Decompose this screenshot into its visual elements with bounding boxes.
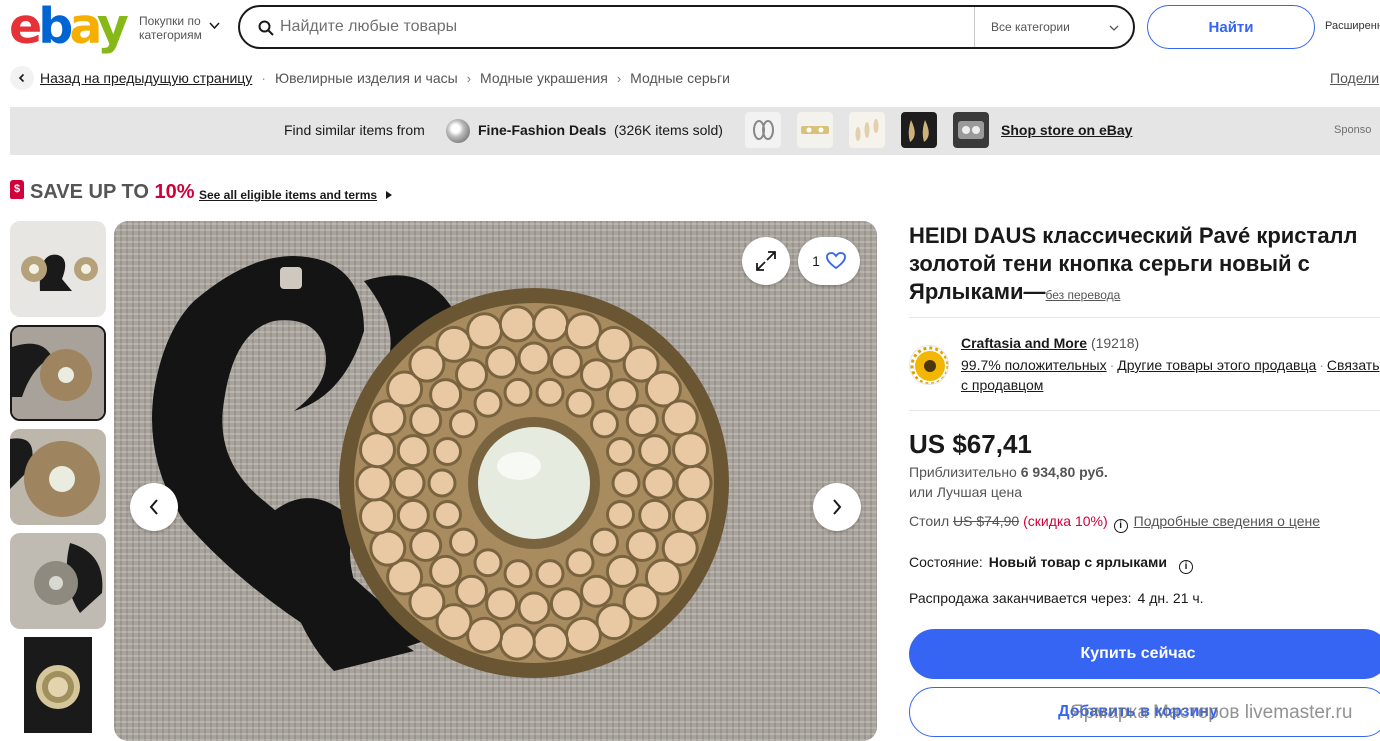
expand-icon xyxy=(756,251,776,271)
main-product-image[interactable]: 1 xyxy=(114,221,877,741)
chevron-right-icon: › xyxy=(616,70,622,86)
breadcrumb-item[interactable]: Ювелирные изделия и часы xyxy=(275,70,458,86)
heart-icon xyxy=(825,252,846,270)
buy-now-button[interactable]: Купить сейчас xyxy=(909,629,1380,679)
price-details-link[interactable]: Подробные сведения о цене xyxy=(1134,513,1320,529)
seller-links: 99.7% положительных · Другие товары этого … xyxy=(961,357,1380,393)
seller-name-link[interactable]: Craftasia and More xyxy=(961,335,1087,351)
seller-feedback-count: (19218) xyxy=(1090,335,1140,351)
sponsored-label: Sponso xyxy=(1334,124,1372,136)
chevron-down-icon[interactable] xyxy=(209,20,220,31)
separator: · xyxy=(261,70,266,86)
gallery-thumbnail[interactable] xyxy=(10,221,106,317)
chevron-left-icon xyxy=(149,499,158,515)
best-offer-text: или Лучшая цена xyxy=(909,484,1022,500)
chevron-right-icon xyxy=(833,499,842,515)
next-image-button[interactable] xyxy=(813,483,861,531)
info-icon[interactable]: i xyxy=(1113,519,1128,533)
seller-other-items-link[interactable]: Другие товары этого продавца xyxy=(1117,357,1316,373)
watermark: Ярмарка Мастеров livemaster.ru xyxy=(1070,702,1353,723)
gallery-thumbnail-active[interactable] xyxy=(10,325,106,421)
seller-avatar[interactable] xyxy=(909,345,949,385)
discount-label: (скидка 10%) xyxy=(1023,513,1108,529)
search-button[interactable]: Найти xyxy=(1147,5,1315,49)
original-price: Стоил US $74,90 (скидка 10%) i Подробные с… xyxy=(909,513,1321,533)
ebay-logo[interactable]: ebay xyxy=(9,2,129,52)
approx-price: Приблизительно 6 934,80 руб. xyxy=(909,464,1108,480)
gallery-thumbnail[interactable] xyxy=(10,637,106,733)
similar-item-thumbnail[interactable] xyxy=(745,112,781,148)
triangle-right-icon xyxy=(386,191,392,199)
similar-items-lead: Find similar items from xyxy=(284,122,425,138)
search-icon xyxy=(258,20,274,36)
seller-info: Craftasia and More (19218) xyxy=(961,335,1139,351)
chevron-down-icon xyxy=(1109,25,1119,31)
expand-button[interactable] xyxy=(742,237,790,285)
gallery-thumbnail[interactable] xyxy=(10,533,106,629)
chevron-right-icon: › xyxy=(466,70,472,86)
store-name[interactable]: Fine-Fashion Deals xyxy=(478,122,606,138)
store-avatar[interactable] xyxy=(446,119,470,143)
search-input[interactable] xyxy=(280,7,970,47)
shop-by-category[interactable]: Покупки по категориям xyxy=(139,14,205,42)
save-banner: SAVE UP TO 10% xyxy=(30,181,195,203)
listing-title: HEIDI DAUS классический Pavé кристалл зо… xyxy=(909,223,1358,304)
share-link[interactable]: Подели xyxy=(1330,70,1379,86)
back-arrow-icon[interactable] xyxy=(10,66,34,90)
category-select[interactable]: Все категории xyxy=(974,7,1135,47)
seller-positive-link[interactable]: 99.7% положительных xyxy=(961,357,1107,373)
breadcrumb-item[interactable]: Модные серьги xyxy=(630,70,730,86)
item-price: US $67,41 xyxy=(909,429,1032,459)
shop-store-link[interactable]: Shop store on eBay xyxy=(1001,122,1132,138)
watch-button[interactable]: 1 xyxy=(798,237,860,285)
condition: Состояние: Новый товар с ярлыками i xyxy=(909,554,1199,574)
divider xyxy=(909,317,1380,318)
similar-item-thumbnail[interactable] xyxy=(849,112,885,148)
advanced-search-link[interactable]: Расширенн xyxy=(1325,20,1380,32)
breadcrumb: Назад на предыдущую страницу · Ювелирные… xyxy=(10,66,730,90)
watch-count: 1 xyxy=(812,253,820,269)
gallery-thumbnail[interactable] xyxy=(10,429,106,525)
previous-image-button[interactable] xyxy=(130,483,178,531)
back-link[interactable]: Назад на предыдущую страницу xyxy=(40,70,252,86)
sale-ends: Распродажа заканчивается через: 4 дн. 21 … xyxy=(909,590,1204,606)
store-sold-count: (326K items sold) xyxy=(614,122,723,138)
breadcrumb-item[interactable]: Модные украшения xyxy=(480,70,608,86)
divider xyxy=(909,410,1380,411)
eligible-items-link[interactable]: See all eligible items and terms xyxy=(199,188,377,202)
similar-item-thumbnail[interactable] xyxy=(901,112,937,148)
similar-item-thumbnail[interactable] xyxy=(797,112,833,148)
header: ebay Покупки по категориям Все категории… xyxy=(0,0,1380,56)
category-label: Все категории xyxy=(991,20,1070,34)
similar-item-thumbnail[interactable] xyxy=(953,112,989,148)
sale-tag-icon: $ xyxy=(10,180,24,199)
info-icon[interactable]: i xyxy=(1179,560,1193,574)
search-bar: Все категории xyxy=(238,5,1135,49)
no-translation-link[interactable]: без перевода xyxy=(1046,288,1121,302)
